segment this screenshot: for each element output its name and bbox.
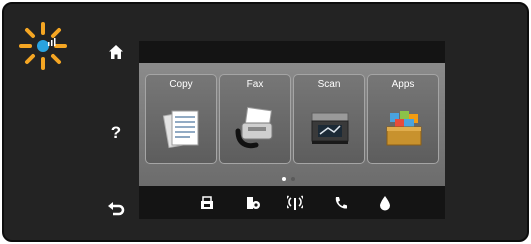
tile-label: Copy xyxy=(169,79,193,90)
ink-icon[interactable] xyxy=(377,195,393,211)
home-icon xyxy=(109,45,123,59)
scan-icon xyxy=(311,112,349,144)
screen-top-bar xyxy=(139,41,445,63)
wireless-status-light-icon xyxy=(19,22,67,70)
control-panel: ? Copy Fax Scan Apps xyxy=(2,2,529,242)
fax-tile[interactable]: Fax xyxy=(219,74,291,164)
fax-status-icon[interactable] xyxy=(333,195,349,211)
back-icon xyxy=(108,202,125,216)
copy-tile[interactable]: Copy xyxy=(145,74,217,164)
page-dot xyxy=(291,177,295,181)
home-button[interactable] xyxy=(102,38,130,66)
tile-label: Scan xyxy=(317,79,341,90)
touchscreen: Copy Fax Scan Apps xyxy=(139,41,445,219)
help-button[interactable]: ? xyxy=(102,118,130,146)
fax-icon xyxy=(235,106,273,149)
help-icon: ? xyxy=(110,122,122,142)
tile-label: Fax xyxy=(246,79,264,90)
tile-label: Apps xyxy=(391,79,415,90)
dashboard-bar xyxy=(139,186,445,219)
page-indicator xyxy=(282,177,295,181)
apps-icon xyxy=(386,111,422,146)
page-dot-active xyxy=(282,177,286,181)
back-button[interactable] xyxy=(102,196,130,224)
wireless-icon[interactable] xyxy=(287,195,303,211)
apps-tile[interactable]: Apps xyxy=(367,74,439,164)
setup-icon[interactable] xyxy=(245,195,261,211)
scan-tile[interactable]: Scan xyxy=(293,74,365,164)
eprint-icon[interactable] xyxy=(199,195,215,211)
copy-icon xyxy=(162,110,199,149)
